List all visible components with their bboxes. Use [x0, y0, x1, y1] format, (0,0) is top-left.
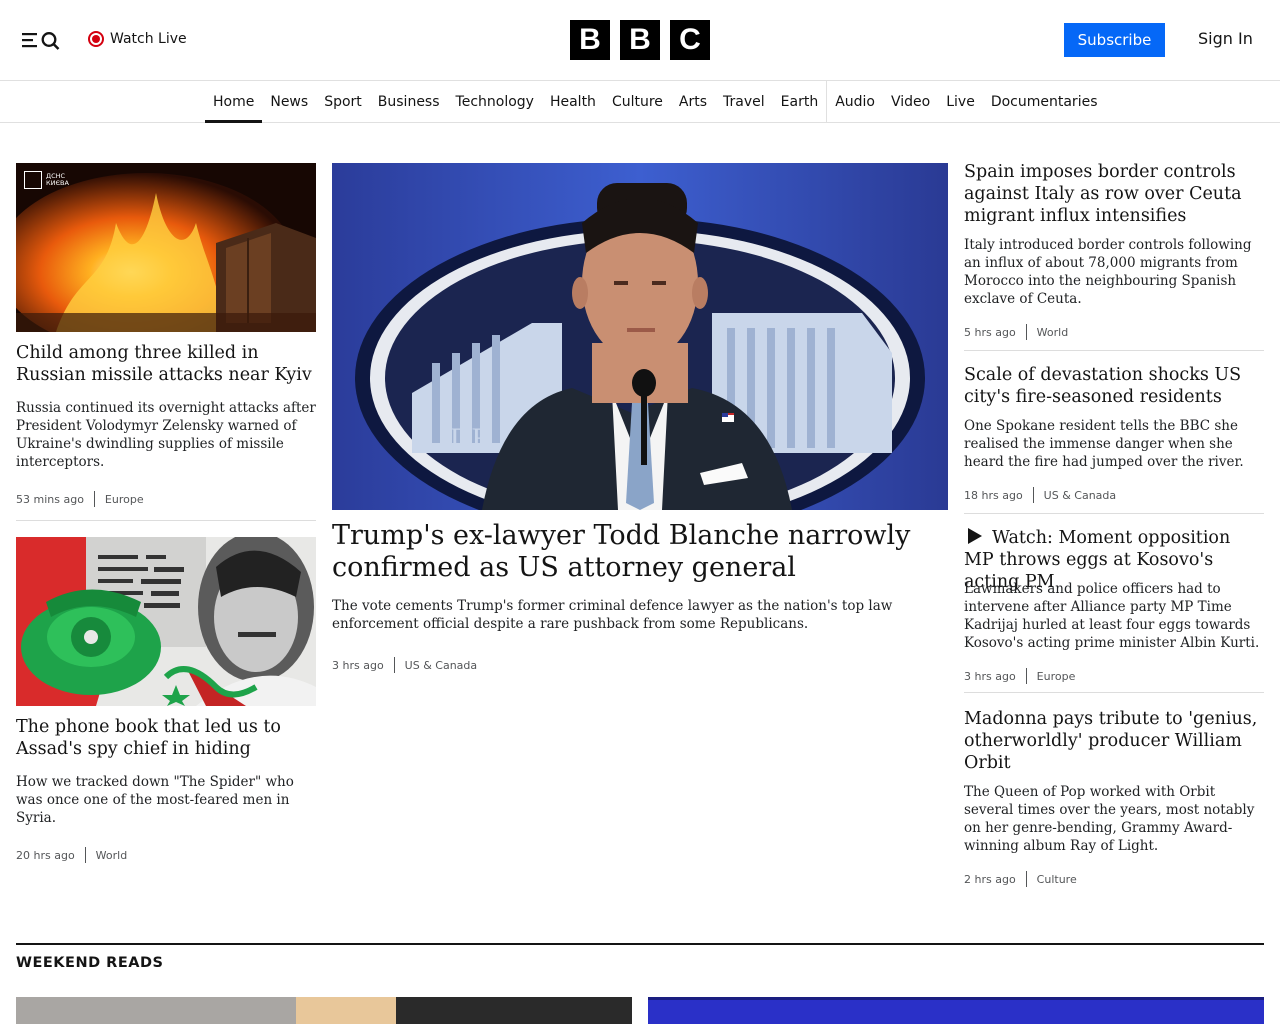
logo-letter: B	[570, 20, 610, 60]
menu-search-button[interactable]	[20, 28, 64, 52]
meta-divider	[84, 847, 86, 863]
story-headline[interactable]: Scale of devastation shocks US city's fi…	[964, 364, 1264, 408]
story-time: 18 hrs ago	[964, 488, 1023, 502]
story-summary: How we tracked down "The Spider" who was…	[16, 774, 294, 826]
play-icon	[968, 528, 982, 544]
story-meta: 2 hrs ago Culture	[964, 871, 1077, 887]
nav-item-arts[interactable]: Arts	[671, 81, 715, 122]
emblem-icon	[24, 171, 42, 189]
story-category-link[interactable]: Europe	[1037, 670, 1076, 683]
nav-item-earth[interactable]: Earth	[773, 81, 827, 122]
divider	[16, 520, 316, 521]
story-time: 5 hrs ago	[964, 325, 1016, 339]
top-header: Watch Live B B C Subscribe Sign In	[0, 0, 1280, 81]
meta-divider	[393, 657, 395, 673]
meta-divider	[1025, 324, 1027, 340]
main-story-headline[interactable]: Trump's ex-lawyer Todd Blanche narrowly …	[332, 520, 932, 584]
nav-list: Home News Sport Business Technology Heal…	[205, 81, 1106, 123]
nav-item-home[interactable]: Home	[205, 81, 263, 123]
story-headline[interactable]: Spain imposes border controls against It…	[964, 161, 1264, 227]
divider	[964, 350, 1264, 351]
story-headline[interactable]: The phone book that led us to Assad's sp…	[16, 716, 316, 760]
main-story-summary: The vote cements Trump's former criminal…	[332, 598, 893, 632]
story-time: 20 hrs ago	[16, 848, 75, 862]
story-summary: Italy introduced border controls followi…	[964, 237, 1252, 307]
nav-item-live[interactable]: Live	[938, 81, 983, 122]
main-navigation: Home News Sport Business Technology Heal…	[0, 81, 1280, 123]
bbc-logo[interactable]: B B C	[570, 20, 710, 60]
story-meta: 20 hrs ago World	[16, 847, 127, 863]
story-image-phone-book[interactable]	[16, 537, 316, 706]
story-card: Child among three killed in Russian miss…	[16, 342, 320, 386]
story-category-link[interactable]: Europe	[105, 493, 144, 506]
phone-book-image	[16, 537, 316, 706]
story-time: 3 hrs ago	[964, 669, 1016, 683]
story-category-link[interactable]: Culture	[1037, 873, 1077, 886]
nav-item-technology[interactable]: Technology	[448, 81, 542, 122]
meta-divider	[93, 491, 95, 507]
story-meta: 5 hrs ago World	[964, 324, 1068, 340]
story-time: 3 hrs ago	[332, 658, 384, 672]
section-title: WEEKEND READS	[16, 955, 164, 971]
logo-letter: C	[670, 20, 710, 60]
story-category-link[interactable]: US & Canada	[405, 659, 477, 672]
story-meta: 18 hrs ago US & Canada	[964, 487, 1116, 503]
menu-search-icon	[22, 32, 60, 50]
divider	[964, 513, 1264, 514]
watermark-text: ДСНС КИЄВА	[46, 172, 69, 187]
story-card: Scale of devastation shocks US city's fi…	[964, 364, 1264, 408]
meta-divider	[1025, 871, 1027, 887]
meta-divider	[1025, 668, 1027, 684]
section-divider	[16, 943, 1264, 945]
main-story-card: Trump's ex-lawyer Todd Blanche narrowly …	[332, 520, 932, 584]
image-watermark: ДСНС КИЄВА	[24, 171, 76, 189]
divider	[964, 692, 1264, 693]
weekend-image-2	[648, 997, 1264, 1024]
live-indicator-icon	[88, 31, 104, 47]
logo-letter: B	[620, 20, 660, 60]
nav-item-sport[interactable]: Sport	[316, 81, 370, 122]
story-meta: 53 mins ago Europe	[16, 491, 144, 507]
story-summary: Lawmakers and police officers had to int…	[964, 581, 1260, 651]
story-time: 53 mins ago	[16, 492, 84, 506]
nav-item-travel[interactable]: Travel	[715, 81, 773, 122]
nav-item-news[interactable]: News	[262, 81, 316, 122]
main-story-image[interactable]: DE	[332, 163, 948, 510]
story-card: Spain imposes border controls against It…	[964, 161, 1264, 227]
subscribe-button[interactable]: Subscribe	[1064, 23, 1165, 57]
nav-item-documentaries[interactable]: Documentaries	[983, 81, 1106, 122]
watch-live-link[interactable]: Watch Live	[88, 29, 187, 49]
story-summary: One Spokane resident tells the BBC she r…	[964, 418, 1244, 470]
story-category-link[interactable]: World	[1037, 326, 1069, 339]
story-meta: 3 hrs ago Europe	[964, 668, 1075, 684]
meta-divider	[1032, 487, 1034, 503]
nav-item-culture[interactable]: Culture	[604, 81, 671, 122]
main-story-meta: 3 hrs ago US & Canada	[332, 657, 477, 673]
story-headline[interactable]: Madonna pays tribute to 'genius, otherwo…	[964, 708, 1264, 774]
weekend-story-image[interactable]	[648, 997, 1264, 1024]
story-headline[interactable]: Child among three killed in Russian miss…	[16, 342, 320, 386]
seal-text: DE	[450, 422, 490, 455]
story-category-link[interactable]: US & Canada	[1044, 489, 1116, 502]
story-card: The phone book that led us to Assad's sp…	[16, 716, 316, 760]
story-summary: The Queen of Pop worked with Orbit sever…	[964, 784, 1255, 854]
nav-item-business[interactable]: Business	[370, 81, 448, 122]
nav-item-health[interactable]: Health	[542, 81, 604, 122]
weekend-story-image[interactable]	[16, 997, 632, 1024]
story-time: 2 hrs ago	[964, 872, 1016, 886]
attorney-general-image: DE	[332, 163, 948, 510]
sign-in-link[interactable]: Sign In	[1198, 29, 1253, 48]
nav-item-video[interactable]: Video	[883, 81, 938, 122]
story-card: Madonna pays tribute to 'genius, otherwo…	[964, 708, 1264, 774]
nav-item-audio[interactable]: Audio	[827, 81, 883, 122]
weekend-image-1	[16, 997, 632, 1024]
story-image-kyiv-fire[interactable]: ДСНС КИЄВА	[16, 163, 316, 332]
story-category-link[interactable]: World	[96, 849, 128, 862]
watch-live-label: Watch Live	[110, 31, 187, 47]
story-summary: Russia continued its overnight attacks a…	[16, 400, 316, 470]
